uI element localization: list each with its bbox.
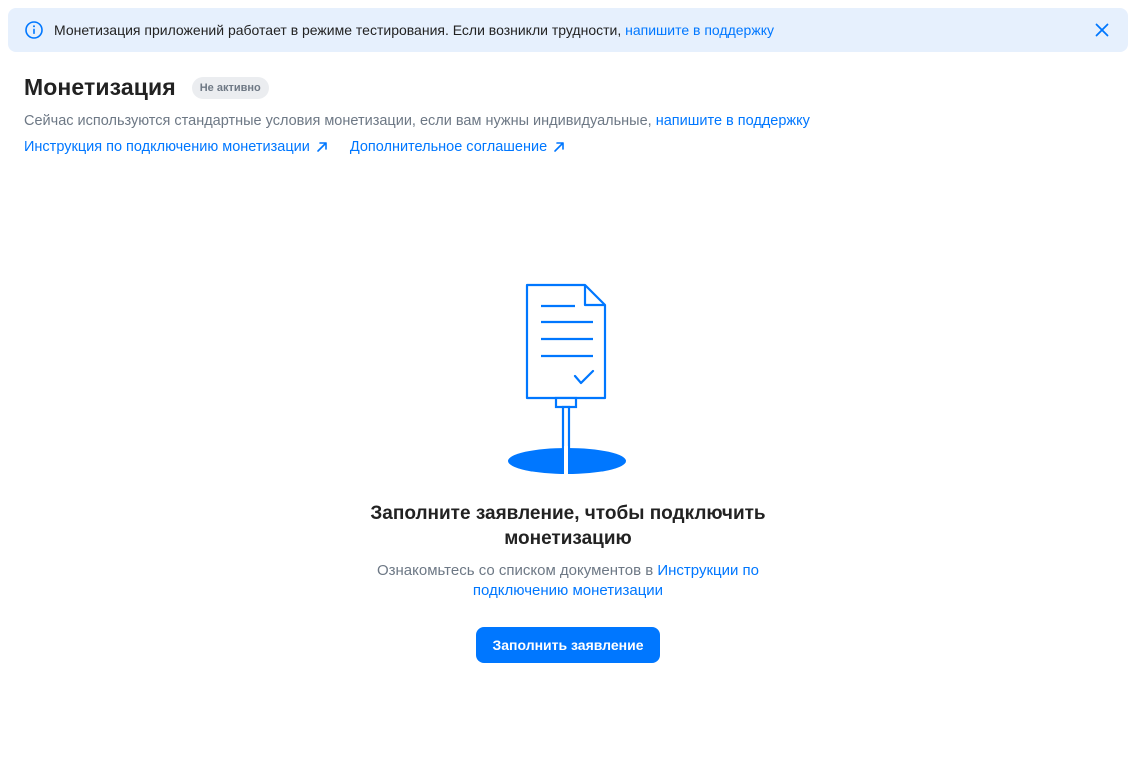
document-stand-illustration [508,283,626,474]
status-badge: Не активно [191,76,269,99]
empty-state: Заполните заявление, чтобы подключить мо… [0,280,1136,663]
title-row: Монетизация Не активно [24,74,1112,101]
info-icon [24,20,44,40]
instruction-link-label: Инструкция по подключению монетизации [24,139,310,155]
banner-message: Монетизация приложений работает в режиме… [54,22,1092,38]
agreement-link[interactable]: Дополнительное соглашение [350,139,565,155]
banner-support-link[interactable]: напишите в поддержку [625,22,774,38]
banner-text: Монетизация приложений работает в режиме… [54,22,622,38]
page-header: Монетизация Не активно Сейчас используют… [24,74,1112,155]
instruction-link[interactable]: Инструкция по подключению монетизации [24,139,328,155]
empty-state-desc-text: Ознакомьтесь со списком документов в [376,562,654,579]
page-title: Монетизация [24,74,176,100]
page-subtitle: Сейчас используются стандартные условия … [24,113,1112,129]
subtitle-support-link[interactable]: напишите в поддержку [656,113,810,129]
external-arrow-icon [553,141,565,153]
close-icon[interactable] [1092,20,1112,40]
agreement-link-label: Дополнительное соглашение [349,139,548,155]
empty-state-title: Заполните заявление, чтобы подключить мо… [370,503,766,549]
fill-application-button[interactable]: Заполнить заявление [476,627,660,663]
external-arrow-icon [316,141,328,153]
info-banner: Монетизация приложений работает в режиме… [8,8,1128,52]
subtitle-text: Сейчас используются стандартные условия … [24,113,652,129]
doc-links: Инструкция по подключению монетизации До… [24,139,1112,155]
empty-state-description: Ознакомьтесь со списком документов в Инс… [358,561,778,601]
